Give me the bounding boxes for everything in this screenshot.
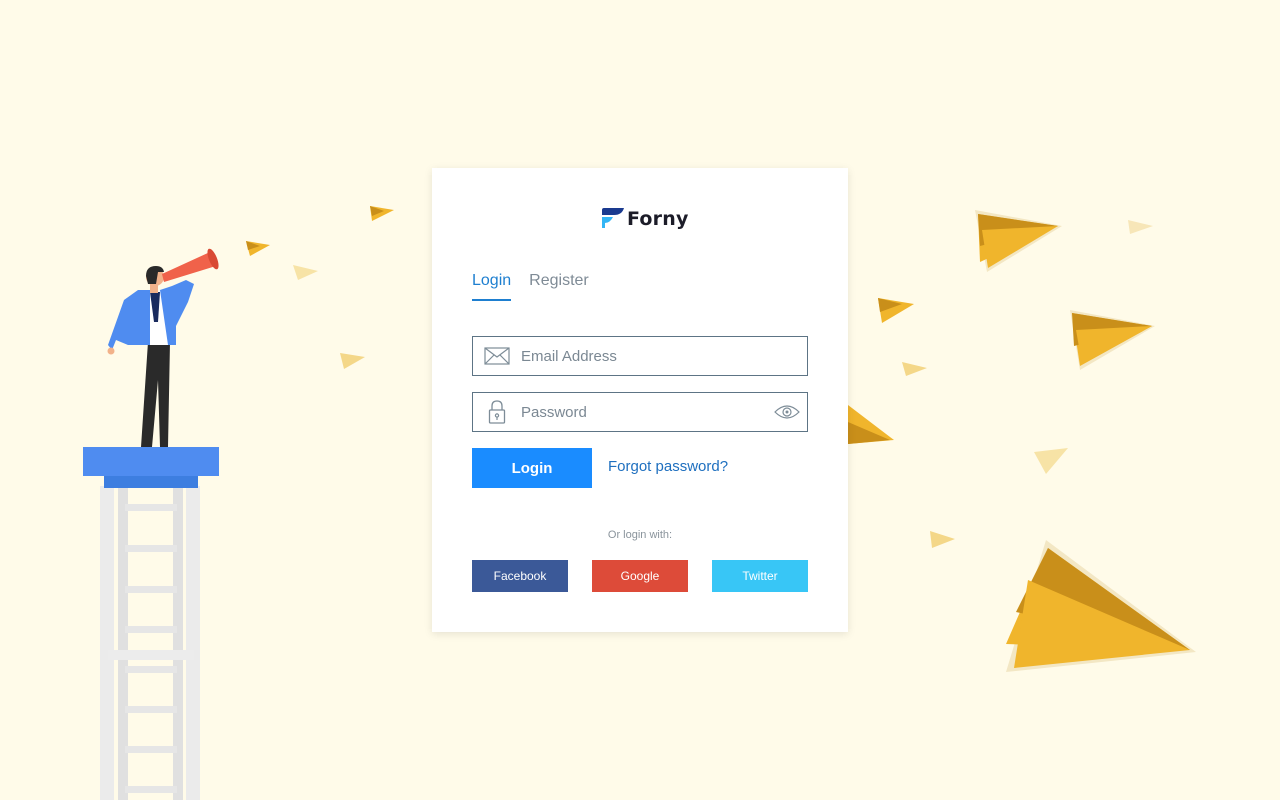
- ladder-illustration: [83, 447, 219, 800]
- auth-tabs: Login Register: [472, 272, 589, 301]
- person-illustration: [107, 248, 219, 447]
- brand-logo: Forny: [602, 208, 689, 230]
- google-login-button[interactable]: Google: [592, 560, 688, 592]
- forny-logo-icon: [602, 208, 624, 230]
- email-input[interactable]: [521, 338, 807, 374]
- envelope-icon: [473, 337, 521, 375]
- tab-register[interactable]: Register: [529, 272, 589, 301]
- password-field: [472, 392, 808, 432]
- lock-icon: [473, 393, 521, 431]
- eye-icon[interactable]: [767, 393, 807, 431]
- twitter-login-button[interactable]: Twitter: [712, 560, 808, 592]
- email-field: [472, 336, 808, 376]
- facebook-login-button[interactable]: Facebook: [472, 560, 568, 592]
- login-button[interactable]: Login: [472, 448, 592, 488]
- social-login-caption: Or login with:: [607, 529, 673, 541]
- forgot-password-link[interactable]: Forgot password?: [608, 458, 728, 475]
- tab-login[interactable]: Login: [472, 272, 512, 301]
- login-card: Forny Login Register Email Address Login…: [432, 168, 848, 632]
- password-input[interactable]: [521, 394, 767, 430]
- brand-name: Forny: [627, 208, 689, 230]
